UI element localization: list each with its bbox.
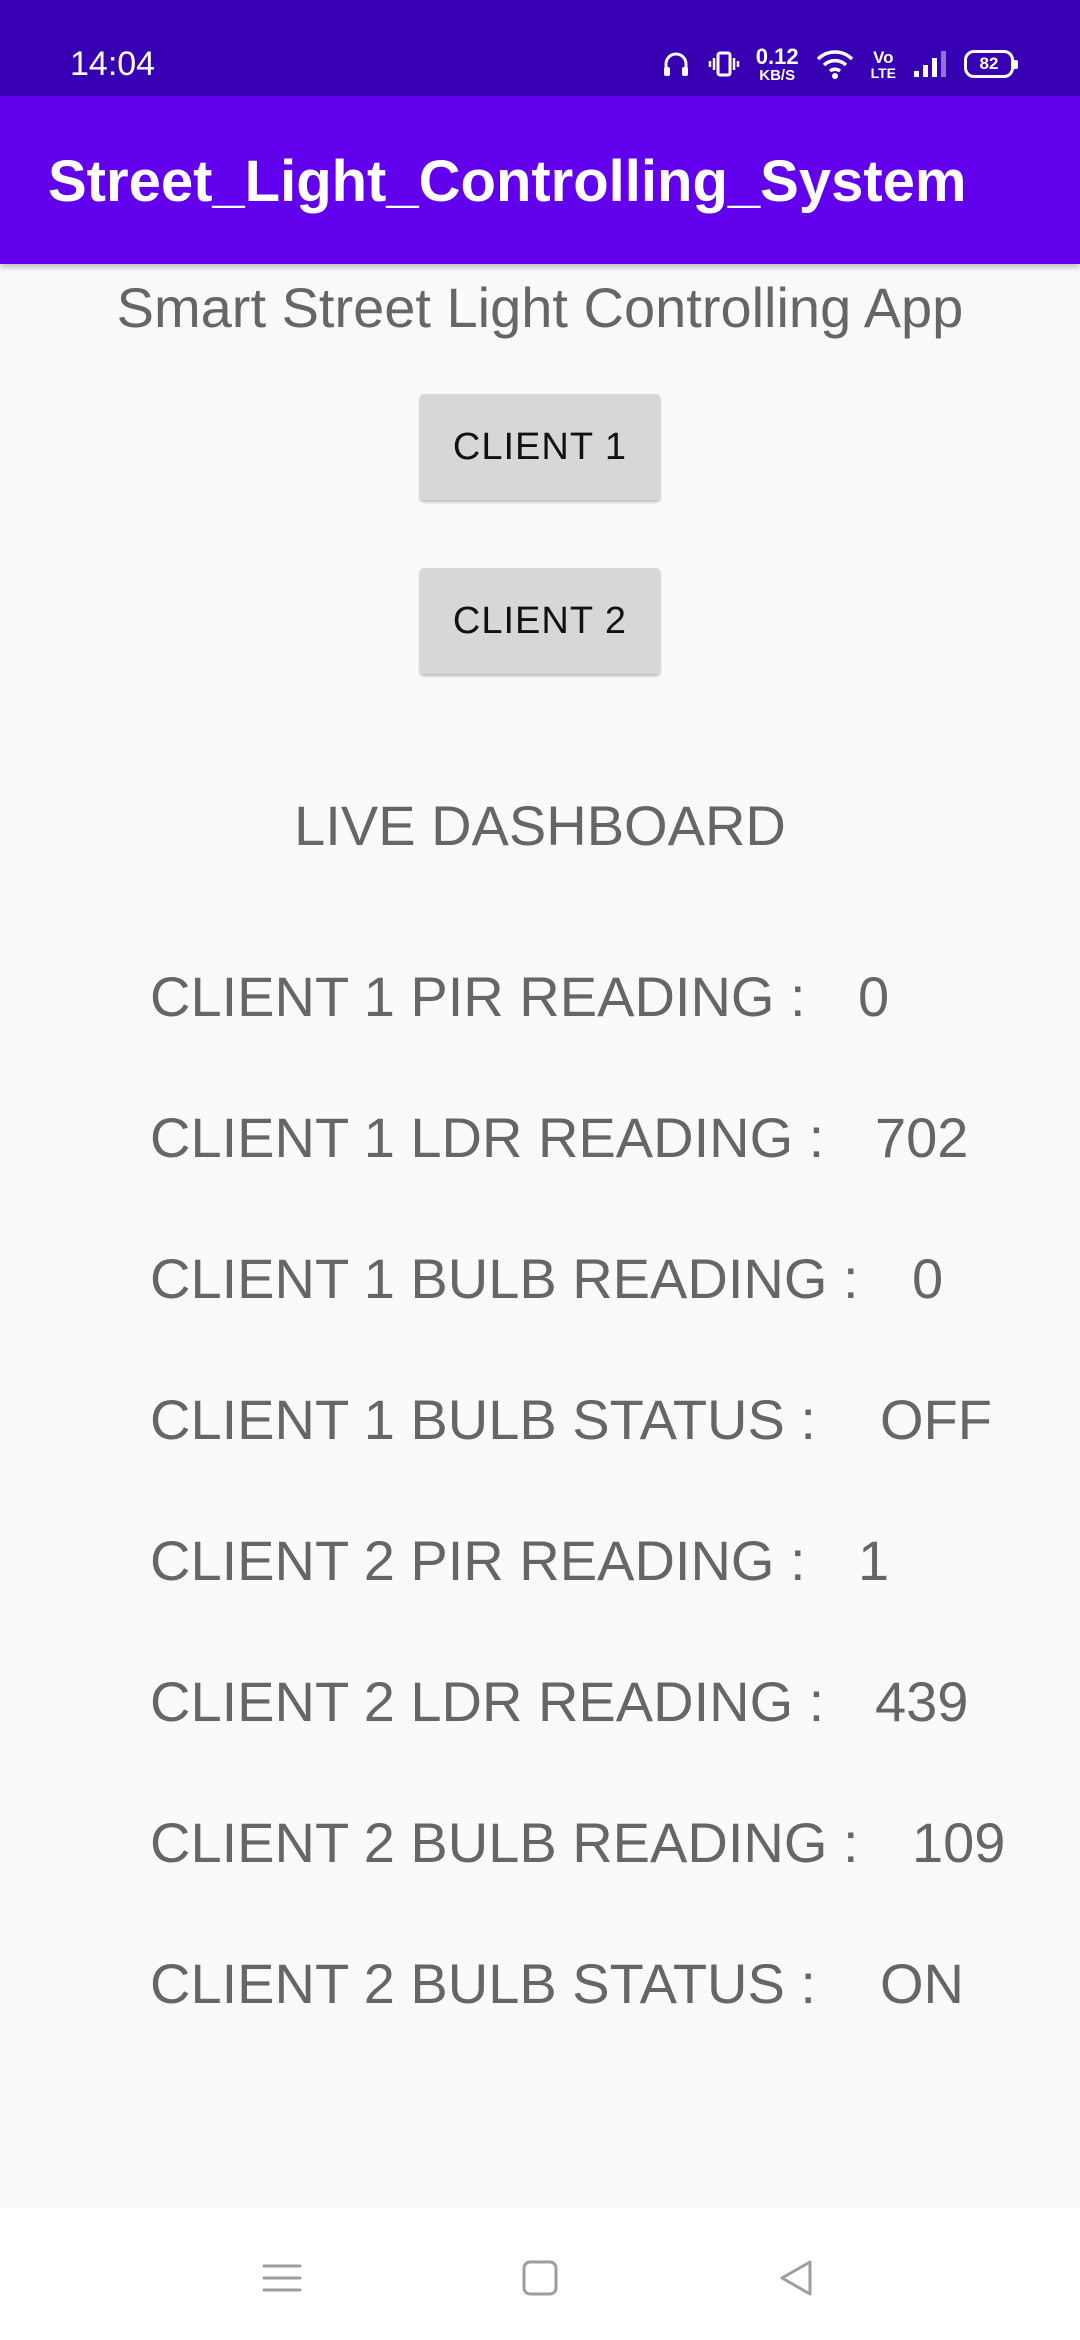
client-1-button[interactable]: CLIENT 1 bbox=[420, 394, 660, 500]
status-bar: 14:04 0.12 KB/S Vo LTE 82 bbox=[0, 0, 1080, 96]
wifi-icon bbox=[815, 48, 855, 80]
navigation-bar bbox=[0, 2208, 1080, 2340]
reading-label: CLIENT 1 BULB READING : bbox=[150, 1247, 859, 1310]
reading-label: CLIENT 2 LDR READING : bbox=[150, 1670, 825, 1733]
headphones-icon bbox=[660, 48, 692, 80]
reading-value: 0 bbox=[912, 1247, 944, 1310]
app-bar: Street_Light_Controlling_System bbox=[0, 96, 1080, 264]
volte-bottom: LTE bbox=[870, 64, 896, 81]
reading-value: ON bbox=[880, 1952, 964, 2015]
reading-value: 0 bbox=[858, 965, 890, 1028]
reading-label: CLIENT 1 LDR READING : bbox=[150, 1106, 825, 1169]
menu-icon[interactable] bbox=[252, 2248, 312, 2308]
back-icon[interactable] bbox=[766, 2248, 826, 2308]
reading-client2-pir: CLIENT 2 PIR READING : 1 bbox=[150, 1525, 889, 1597]
volte-top: Vo bbox=[873, 47, 894, 67]
reading-label: CLIENT 2 PIR READING : bbox=[150, 1529, 806, 1592]
battery-level: 82 bbox=[979, 54, 999, 73]
network-speed-value: 0.12 bbox=[755, 43, 799, 69]
reading-label: CLIENT 2 BULB STATUS : bbox=[150, 1952, 816, 2015]
reading-client1-pir: CLIENT 1 PIR READING : 0 bbox=[150, 961, 889, 1033]
reading-value: 439 bbox=[875, 1670, 969, 1733]
reading-client1-status: CLIENT 1 BULB STATUS : OFF bbox=[150, 1384, 992, 1456]
network-speed-unit: KB/S bbox=[759, 66, 796, 84]
reading-value: 1 bbox=[858, 1529, 890, 1592]
dashboard-title: LIVE DASHBOARD bbox=[294, 794, 786, 857]
reading-client2-status: CLIENT 2 BULB STATUS : ON bbox=[150, 1948, 964, 2020]
battery-icon: 82 bbox=[964, 50, 1018, 78]
signal-icon bbox=[912, 49, 948, 79]
home-icon[interactable] bbox=[510, 2248, 570, 2308]
reading-label: CLIENT 1 BULB STATUS : bbox=[150, 1388, 816, 1451]
page-subtitle: Smart Street Light Controlling App bbox=[116, 276, 964, 339]
reading-value: OFF bbox=[880, 1388, 992, 1451]
reading-client2-ldr: CLIENT 2 LDR READING : 439 bbox=[150, 1666, 968, 1738]
volte-icon: Vo LTE bbox=[871, 49, 896, 80]
status-time: 14:04 bbox=[70, 45, 156, 83]
status-icons: 0.12 KB/S Vo LTE 82 bbox=[660, 43, 1018, 84]
reading-client2-bulb: CLIENT 2 BULB READING : 109 bbox=[150, 1807, 1005, 1879]
reading-label: CLIENT 2 BULB READING : bbox=[150, 1811, 859, 1874]
app-title: Street_Light_Controlling_System bbox=[48, 149, 967, 214]
reading-value: 109 bbox=[912, 1811, 1006, 1874]
reading-client1-ldr: CLIENT 1 LDR READING : 702 bbox=[150, 1102, 968, 1174]
network-speed: 0.12 KB/S bbox=[755, 43, 799, 84]
reading-client1-bulb: CLIENT 1 BULB READING : 0 bbox=[150, 1243, 943, 1315]
reading-label: CLIENT 1 PIR READING : bbox=[150, 965, 806, 1028]
vibrate-icon bbox=[708, 48, 740, 80]
reading-value: 702 bbox=[875, 1106, 969, 1169]
client-2-button[interactable]: CLIENT 2 bbox=[420, 568, 660, 674]
